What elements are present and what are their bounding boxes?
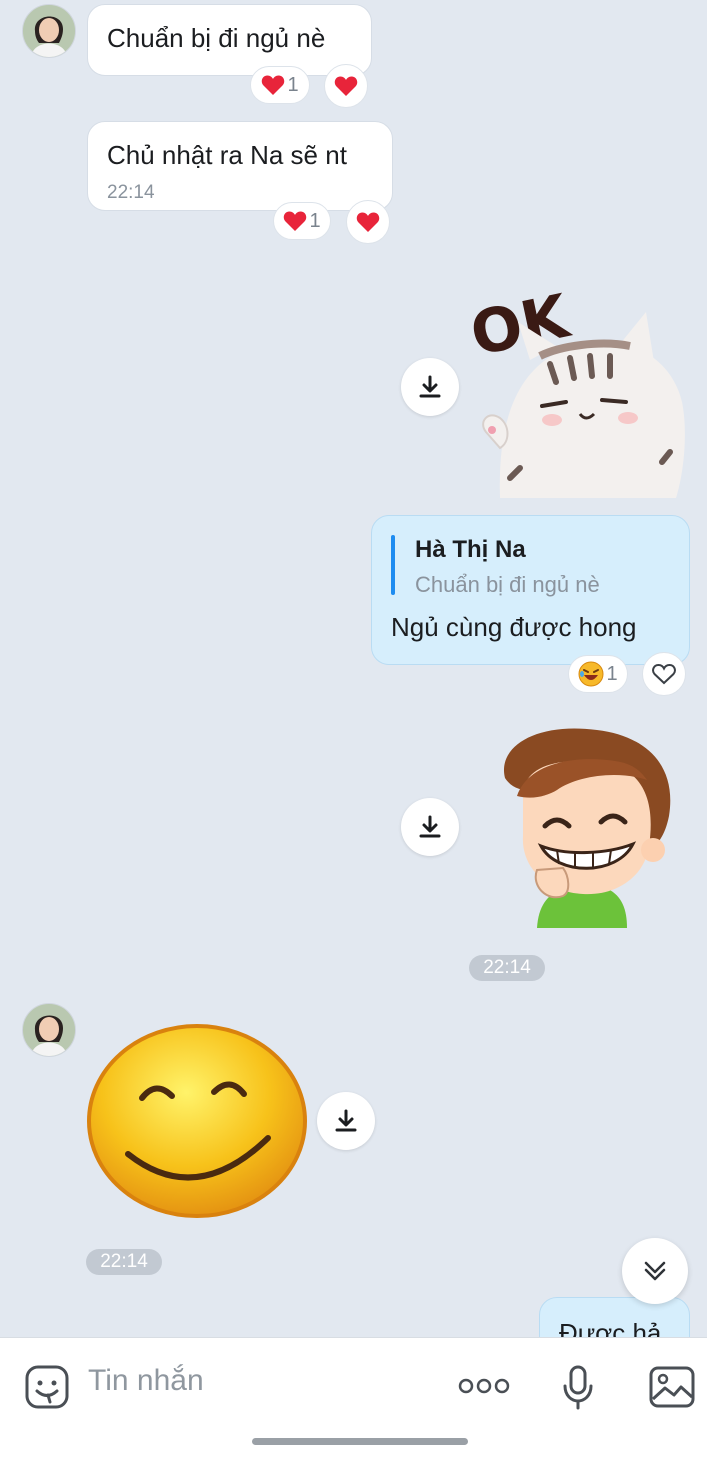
sticker-smiling-boy[interactable] [497,726,679,928]
reaction-count: 1 [287,73,299,96]
more-dots-icon [458,1378,510,1394]
reaction-count: 1 [309,209,321,232]
chat-area[interactable]: Chuẩn bị đi ngủ nè 1 Chủ nhật ra Na sẽ n… [0,0,707,1337]
download-icon [419,375,441,398]
react-button[interactable] [324,64,368,108]
sticker-smile-icon [25,1365,69,1409]
heart-icon [262,75,285,95]
heart-icon [356,212,380,232]
message-input[interactable]: Tin nhắn [88,1364,204,1398]
quoted-sender-name: Hà Thị Na [415,536,526,563]
heart-icon [284,211,307,231]
more-options-button[interactable] [456,1370,512,1402]
outgoing-reply-message[interactable]: Hà Thị Na Chuẩn bị đi ngủ nè Ngủ cùng đư… [371,515,690,665]
download-button[interactable] [401,358,459,416]
quote-indicator [391,535,395,595]
message-text: Chủ nhật ra Na sẽ nt [107,140,347,170]
message-text: Được hả [559,1318,662,1337]
reaction-summary[interactable]: 1 [568,655,628,693]
message-text: Ngủ cùng được hong [391,612,637,642]
timestamp-chip: 22:14 [469,955,545,981]
sticker-ok-cat[interactable]: OK [465,281,690,498]
react-button[interactable] [346,200,390,244]
image-icon [649,1366,695,1408]
image-picker-button[interactable] [646,1362,698,1412]
reaction-count: 1 [606,662,618,685]
sender-avatar[interactable] [22,1003,76,1057]
sticker-button[interactable] [22,1362,72,1412]
heart-outline-icon [652,663,676,685]
download-button[interactable] [401,798,459,856]
scroll-to-bottom-button[interactable] [622,1238,688,1304]
download-icon [419,815,441,838]
microphone-icon [563,1365,593,1410]
timestamp-chip: 22:14 [86,1249,162,1275]
laughing-emoji-icon [578,661,604,687]
message-text: Chuẩn bị đi ngủ nè [107,23,326,53]
incoming-message[interactable]: Chủ nhật ra Na sẽ nt 22:14 [87,121,393,211]
download-icon [335,1109,357,1132]
home-indicator[interactable] [252,1438,468,1445]
reaction-summary[interactable]: 1 [250,66,310,104]
message-time: 22:14 [107,182,155,203]
incoming-message[interactable]: Chuẩn bị đi ngủ nè [87,4,372,76]
react-button[interactable] [642,652,686,696]
sticker-smiley[interactable] [86,1022,308,1220]
heart-icon [334,76,358,96]
voice-record-button[interactable] [556,1362,600,1412]
double-chevron-down-icon [644,1261,666,1281]
quoted-message-text: Chuẩn bị đi ngủ nè [415,572,600,597]
download-button[interactable] [317,1092,375,1150]
outgoing-message[interactable]: Được hả [539,1297,690,1337]
reaction-summary[interactable]: 1 [273,202,331,240]
sender-avatar[interactable] [22,4,76,58]
